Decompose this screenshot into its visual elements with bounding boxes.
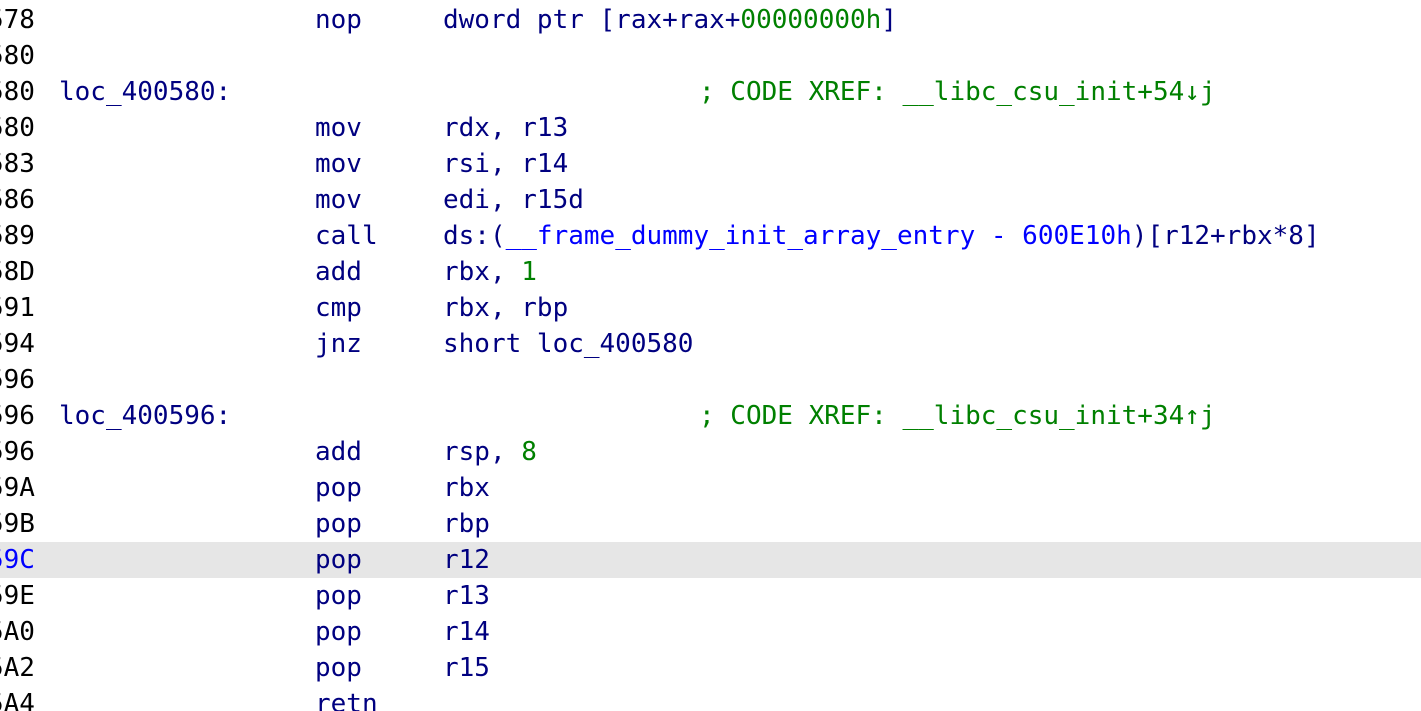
instruction-mnemonic: pop	[315, 545, 362, 575]
operand-text: r14	[443, 617, 490, 647]
instruction-operands: rbx, 1	[443, 254, 537, 290]
operand-text: )[r12+rbx*8]	[1131, 221, 1320, 251]
address-cell: 583	[0, 149, 35, 179]
instruction-mnemonic: jnz	[315, 329, 362, 359]
selected-listing-line[interactable]: 59C pop r12	[0, 542, 1421, 578]
listing-line[interactable]: 596 add rsp, 8	[0, 434, 1421, 470]
instruction-operands: rbx	[443, 470, 490, 506]
operand-text: edi, r15d	[443, 185, 584, 215]
instruction-operands: rbx, rbp	[443, 290, 568, 326]
instruction-operands: r12	[443, 542, 490, 578]
instruction-mnemonic: add	[315, 257, 362, 287]
address-cell: 591	[0, 293, 35, 323]
instruction-mnemonic: pop	[315, 473, 362, 503]
instruction-mnemonic: retn	[315, 689, 378, 711]
instruction-operands: edi, r15d	[443, 182, 584, 218]
code-label[interactable]: loc_400596:	[59, 398, 231, 434]
listing-line[interactable]: 5A0 pop r14	[0, 614, 1421, 650]
instruction-mnemonic: add	[315, 437, 362, 467]
listing-line[interactable]: 59E pop r13	[0, 578, 1421, 614]
listing-line[interactable]: 59A pop rbx	[0, 470, 1421, 506]
listing-line[interactable]: 580 mov rdx, r13	[0, 110, 1421, 146]
operand-text: rbx, rbp	[443, 293, 569, 323]
address-cell: 578	[0, 5, 35, 35]
address-cell: 59C	[0, 545, 35, 575]
xref-comment[interactable]: ; CODE XREF: __libc_csu_init+54↓j	[699, 74, 1216, 110]
instruction-operands: rbp	[443, 506, 490, 542]
instruction-operands: rdx, r13	[443, 110, 568, 146]
listing-line[interactable]: 5A2 pop r15	[0, 650, 1421, 686]
instruction-mnemonic: pop	[315, 617, 362, 647]
operand-text: r15	[443, 653, 490, 683]
listing-line[interactable]: 59B pop rbp	[0, 506, 1421, 542]
immediate-value: 8	[521, 437, 537, 467]
listing-line[interactable]: 580	[0, 38, 1421, 74]
listing-line[interactable]: 596	[0, 362, 1421, 398]
immediate-value: 00000000h	[740, 5, 882, 35]
listing-line[interactable]: 589 call ds:(__frame_dummy_init_array_entr…	[0, 218, 1421, 254]
instruction-mnemonic: pop	[315, 653, 362, 683]
address-cell: 580	[0, 113, 35, 143]
symbol-reference[interactable]: __frame_dummy_init_array_entry - 600E10h	[506, 221, 1132, 251]
address-cell: 580	[0, 41, 35, 71]
address-cell: 5A0	[0, 617, 35, 647]
instruction-mnemonic: mov	[315, 149, 362, 179]
operand-text: r12	[443, 545, 490, 575]
instruction-operands: short loc_400580	[443, 326, 693, 362]
listing-line[interactable]: 5A4 retn	[0, 686, 1421, 711]
code-label[interactable]: loc_400580:	[59, 74, 231, 110]
instruction-mnemonic: nop	[315, 5, 362, 35]
address-cell: 594	[0, 329, 35, 359]
instruction-operands: ds:(__frame_dummy_init_array_entry - 600…	[443, 218, 1320, 254]
instruction-operands: dword ptr [rax+rax+00000000h]	[443, 2, 897, 38]
operand-text: rdx, r13	[443, 113, 569, 143]
instruction-operands: r15	[443, 650, 490, 686]
address-cell: 596	[0, 365, 35, 395]
address-cell: 580	[0, 77, 35, 107]
instruction-mnemonic: cmp	[315, 293, 362, 323]
listing-line[interactable]: 596 loc_400596: ; CODE XREF: __libc_csu_in…	[0, 398, 1421, 434]
listing-line[interactable]: 594 jnz short loc_400580	[0, 326, 1421, 362]
xref-comment[interactable]: ; CODE XREF: __libc_csu_init+34↑j	[699, 398, 1216, 434]
operand-text: rbp	[443, 509, 490, 539]
instruction-operands: rsi, r14	[443, 146, 568, 182]
instruction-mnemonic: pop	[315, 509, 362, 539]
instruction-mnemonic: mov	[315, 113, 362, 143]
instruction-operands: r13	[443, 578, 490, 614]
address-cell: 589	[0, 221, 35, 251]
listing-line[interactable]: 583 mov rsi, r14	[0, 146, 1421, 182]
address-cell: 58D	[0, 257, 35, 287]
listing-line[interactable]: 580 loc_400580: ; CODE XREF: __libc_csu_in…	[0, 74, 1421, 110]
disassembly-listing[interactable]: 578nopdword ptr [rax+rax+00000000h]58058…	[0, 0, 1421, 711]
operand-text: rbx,	[443, 257, 522, 287]
address-cell: 596	[0, 401, 35, 431]
operand-text: rsp,	[443, 437, 522, 467]
address-cell: 59A	[0, 473, 35, 503]
instruction-mnemonic: pop	[315, 581, 362, 611]
operand-text: r13	[443, 581, 490, 611]
operand-text: dword ptr [rax+rax+	[443, 5, 741, 35]
address-cell: 586	[0, 185, 35, 215]
instruction-operands: r14	[443, 614, 490, 650]
instruction-mnemonic: mov	[315, 185, 362, 215]
address-cell: 5A4	[0, 689, 35, 711]
address-cell: 596	[0, 437, 35, 467]
operand-text: ds:(	[443, 221, 506, 251]
address-cell: 59B	[0, 509, 35, 539]
operand-text: rbx	[443, 473, 490, 503]
instruction-mnemonic: call	[315, 221, 378, 251]
listing-line[interactable]: 58D add rbx, 1	[0, 254, 1421, 290]
address-cell: 5A2	[0, 653, 35, 683]
listing-line[interactable]: 591 cmp rbx, rbp	[0, 290, 1421, 326]
operand-text: short loc_400580	[443, 329, 694, 359]
listing-line[interactable]: 578 nop dword ptr [rax+rax+00000000h]	[0, 2, 1421, 38]
immediate-value: 1	[521, 257, 537, 287]
operand-text: ]	[881, 5, 897, 35]
address-cell: 59E	[0, 581, 35, 611]
operand-text: rsi, r14	[443, 149, 569, 179]
listing-line[interactable]: 586 mov edi, r15d	[0, 182, 1421, 218]
instruction-operands: rsp, 8	[443, 434, 537, 470]
